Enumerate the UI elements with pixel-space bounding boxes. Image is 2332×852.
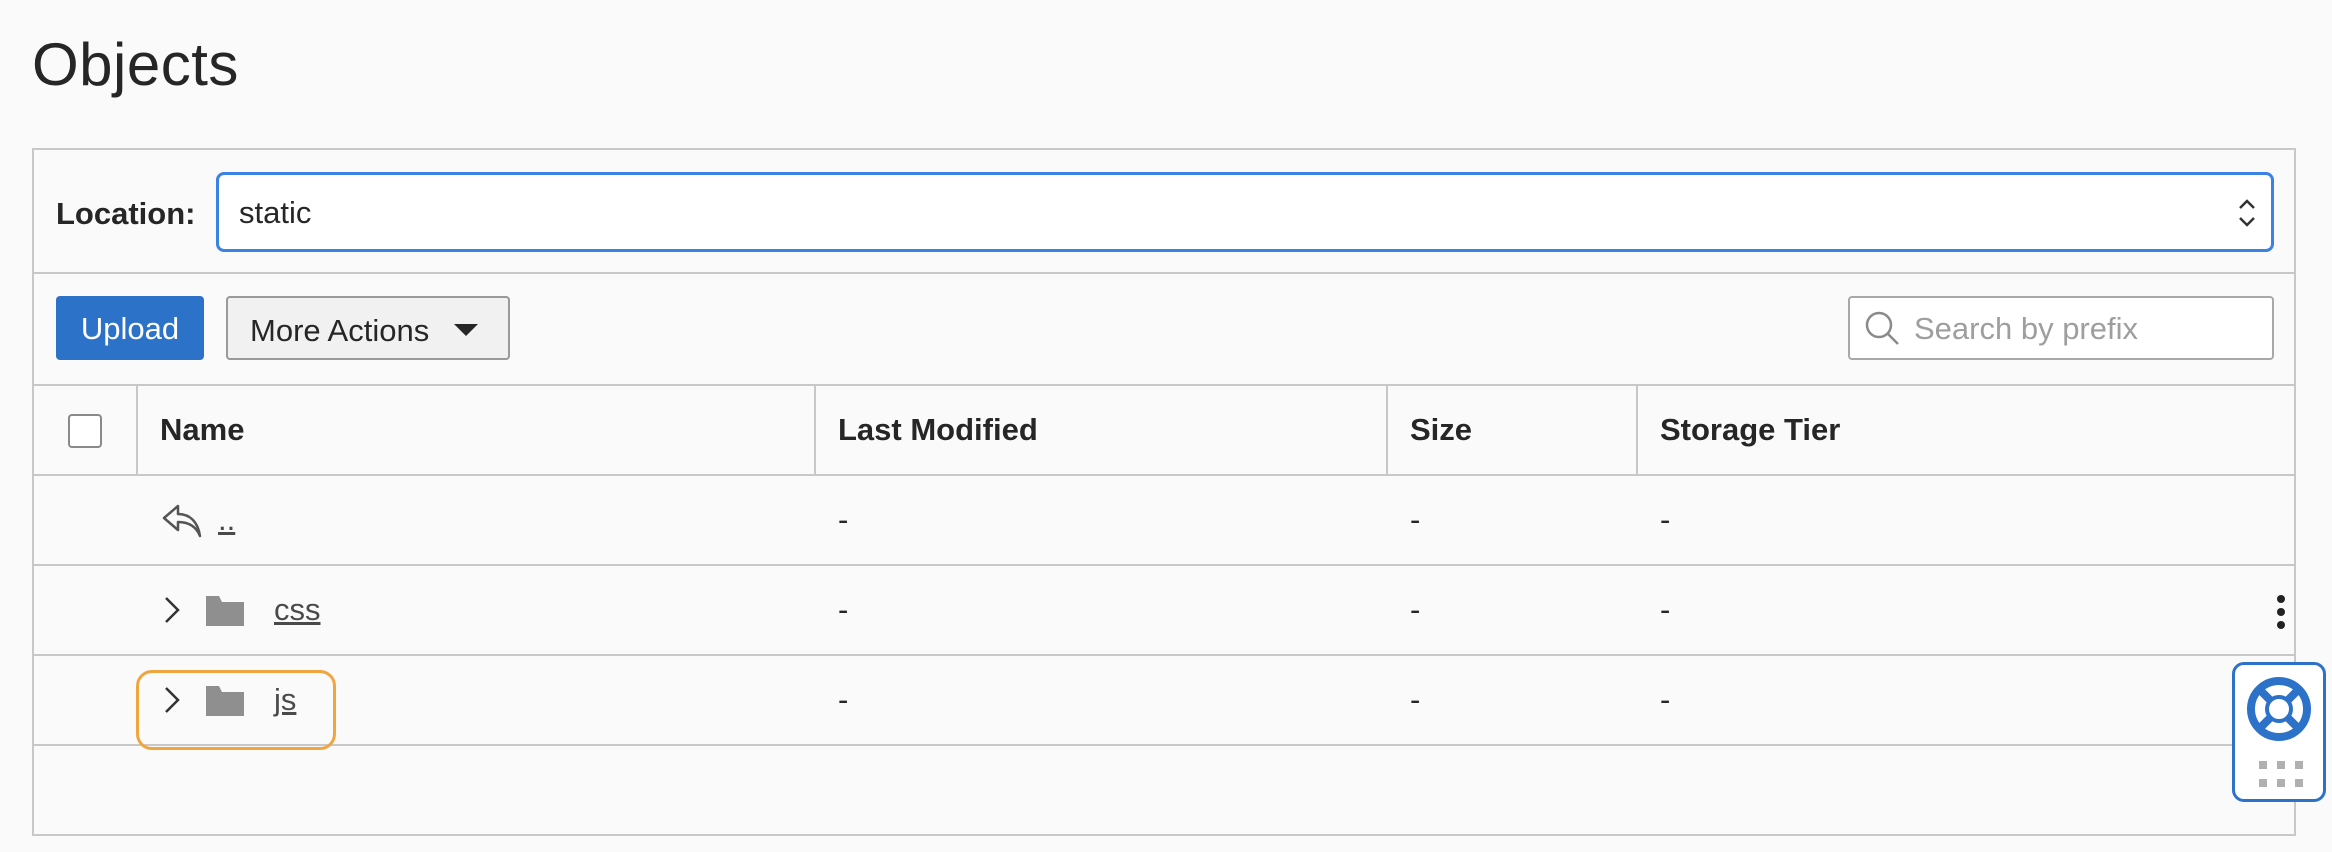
kebab-menu-icon[interactable] — [2276, 594, 2286, 630]
search-box — [1848, 296, 2274, 360]
page-title: Objects — [32, 31, 239, 98]
row-size: - — [1410, 502, 1421, 537]
table-header-row: Name Last Modified Size Storage Tier — [34, 386, 2294, 476]
row-checkbox-cell — [34, 476, 138, 564]
table-row: js - - - — [34, 656, 2294, 746]
more-actions-button[interactable]: More Actions — [226, 296, 510, 360]
column-header-storage-tier[interactable]: Storage Tier — [1638, 386, 2294, 474]
drag-handle-icon[interactable] — [2257, 759, 2305, 791]
search-icon — [1865, 311, 1899, 345]
more-actions-label: More Actions — [250, 313, 430, 348]
row-name-cell: .. — [138, 476, 816, 564]
location-label: Location: — [56, 196, 196, 231]
caret-down-icon — [454, 324, 478, 336]
row-name-cell: css — [138, 566, 816, 654]
upload-button[interactable]: Upload — [56, 296, 204, 360]
column-header-last-modified[interactable]: Last Modified — [816, 386, 1388, 474]
row-highlight — [136, 670, 336, 750]
select-arrows-icon — [2239, 199, 2255, 227]
row-checkbox-cell — [34, 566, 138, 654]
table-row: css - - - — [34, 566, 2294, 656]
row-storage-tier: - — [1660, 682, 1671, 717]
parent-directory-link[interactable]: .. — [218, 476, 235, 564]
row-last-modified: - — [838, 682, 849, 717]
row-size: - — [1410, 682, 1421, 717]
row-size: - — [1410, 592, 1421, 627]
chevron-right-icon[interactable] — [160, 594, 184, 626]
table-row: .. - - - — [34, 476, 2294, 566]
reply-arrow-icon — [162, 504, 202, 538]
row-storage-tier: - — [1660, 592, 1671, 627]
objects-table: Name Last Modified Size Storage Tier .. … — [34, 386, 2294, 746]
folder-link-css[interactable]: css — [274, 566, 321, 654]
row-checkbox-cell — [34, 656, 138, 744]
row-last-modified: - — [838, 502, 849, 537]
row-last-modified: - — [838, 592, 849, 627]
column-header-size[interactable]: Size — [1388, 386, 1638, 474]
objects-panel: Location: static Upload More Actions Sea… — [32, 148, 2296, 836]
column-header-name[interactable]: Name — [138, 386, 816, 474]
search-input[interactable] — [1912, 306, 2266, 352]
help-widget[interactable] — [2232, 662, 2326, 802]
location-row: Location: static — [34, 150, 2294, 274]
header-checkbox-cell — [34, 386, 138, 474]
toolbar: Upload More Actions — [34, 274, 2294, 386]
row-storage-tier: - — [1660, 502, 1671, 537]
lifebuoy-icon — [2247, 677, 2311, 741]
select-all-checkbox[interactable] — [68, 414, 102, 448]
location-select[interactable]: static — [216, 172, 2274, 252]
folder-icon — [206, 596, 244, 626]
location-value: static — [239, 195, 312, 230]
